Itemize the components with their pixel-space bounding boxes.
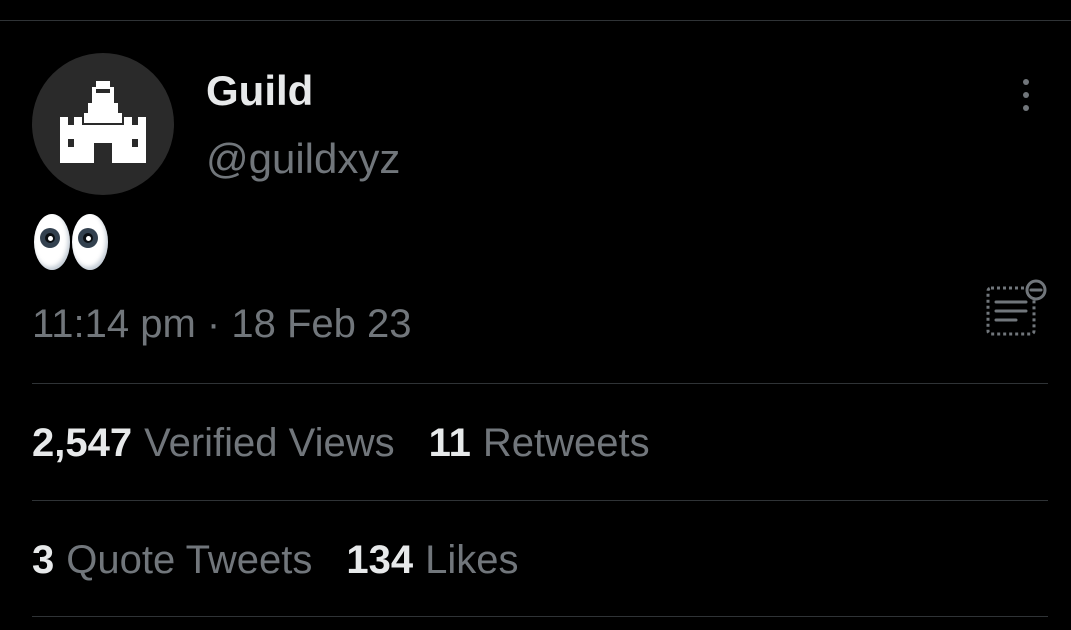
- retweets-count: 11: [428, 421, 471, 465]
- views-label: Verified Views: [144, 421, 395, 465]
- likes-count: 134: [346, 538, 414, 582]
- divider: [32, 500, 1048, 501]
- quote-tweets-stat[interactable]: 3 Quote Tweets: [32, 535, 312, 585]
- right-glint: [86, 236, 91, 241]
- left-glint: [48, 236, 53, 241]
- tweet-timestamp[interactable]: 11:14 pm · 18 Feb 23: [32, 299, 412, 349]
- likes-label: Likes: [425, 538, 519, 582]
- author-handle[interactable]: @guildxyz: [206, 134, 400, 184]
- eyes-emoji-icon: [34, 214, 108, 270]
- more-options-button[interactable]: [1008, 72, 1044, 118]
- right-pupil: [83, 233, 93, 243]
- tweet-text: [34, 214, 108, 274]
- retweets-stat[interactable]: 11 Retweets: [429, 418, 650, 468]
- community-notes-icon[interactable]: [984, 278, 1048, 342]
- more-dot: [1023, 92, 1029, 98]
- stats-row-2: 3 Quote Tweets 134 Likes: [32, 535, 552, 585]
- views-count: 2,547: [32, 421, 133, 465]
- left-iris: [40, 228, 60, 248]
- top-divider: [0, 20, 1071, 21]
- author-name[interactable]: Guild: [206, 66, 313, 116]
- left-eye: [34, 214, 70, 270]
- divider: [32, 383, 1048, 384]
- quote-tweets-count: 3: [32, 538, 55, 582]
- retweets-label: Retweets: [482, 421, 650, 465]
- more-dot: [1023, 105, 1029, 111]
- quote-tweets-label: Quote Tweets: [66, 538, 313, 582]
- views-stat[interactable]: 2,547 Verified Views: [32, 418, 395, 468]
- likes-stat[interactable]: 134 Likes: [346, 535, 518, 585]
- avatar[interactable]: [32, 53, 174, 195]
- right-iris: [78, 228, 98, 248]
- more-dots-icon: [1023, 79, 1029, 85]
- left-pupil: [45, 233, 55, 243]
- stats-row-1: 2,547 Verified Views 11 Retweets: [32, 418, 684, 468]
- right-eye: [72, 214, 108, 270]
- divider: [32, 616, 1048, 617]
- guild-castle-icon: [60, 81, 146, 163]
